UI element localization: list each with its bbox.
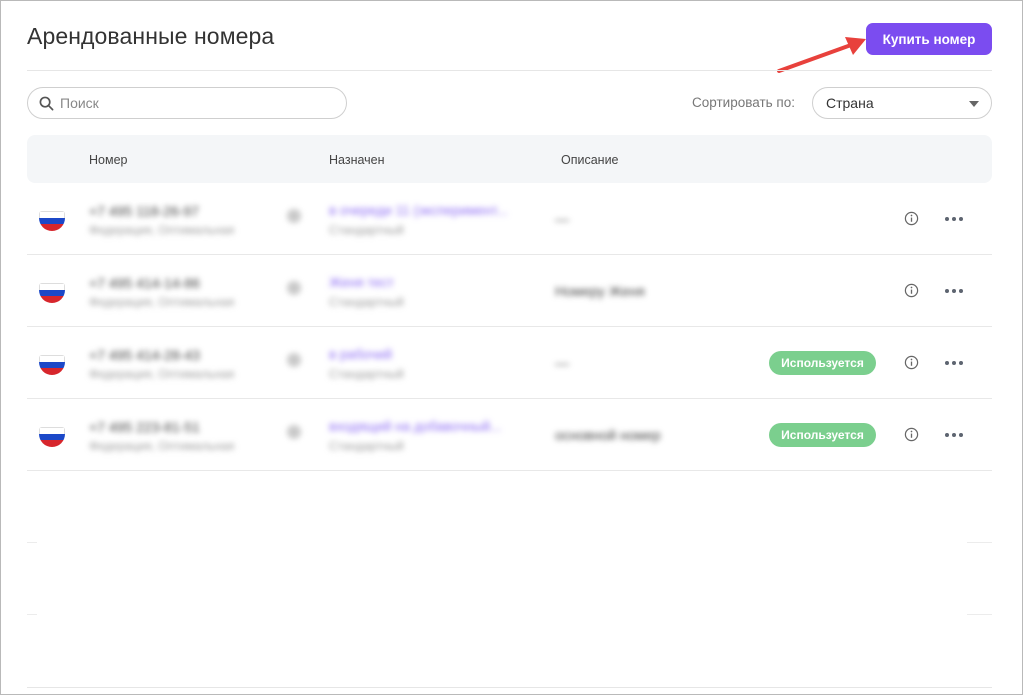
assigned-link[interactable]: в очереди 11 (эксперимент... bbox=[329, 203, 508, 218]
russia-flag-icon bbox=[39, 283, 65, 303]
info-icon[interactable] bbox=[904, 211, 919, 226]
description: Номеру Женя bbox=[555, 283, 645, 299]
search-input[interactable] bbox=[60, 95, 340, 111]
divider bbox=[27, 542, 37, 543]
assigned-type: Стандартный bbox=[329, 367, 404, 381]
phone-number-region: Федерация, Оптимальная bbox=[89, 439, 235, 453]
header-divider bbox=[27, 70, 992, 71]
sort-dropdown[interactable]: Страна bbox=[812, 87, 992, 119]
bottom-divider bbox=[27, 687, 992, 688]
phone-number: +7 495 414-14-86 bbox=[89, 275, 200, 291]
assigned-type: Стандартный bbox=[329, 439, 404, 453]
table-row[interactable]: +7 495 223-81-51 Федерация, Оптимальная … bbox=[27, 399, 992, 471]
description: основной номер bbox=[555, 427, 661, 443]
phone-number-region: Федерация, Оптимальная bbox=[89, 223, 235, 237]
more-options-icon[interactable] bbox=[944, 288, 964, 294]
assigned-link[interactable]: Женя тест bbox=[329, 275, 394, 290]
annotation-arrow-icon bbox=[777, 37, 866, 73]
assigned-link[interactable]: в рабочий bbox=[329, 347, 392, 362]
column-header-assigned: Назначен bbox=[329, 153, 385, 167]
more-options-icon[interactable] bbox=[944, 360, 964, 366]
phone-number: +7 495 118-26-97 bbox=[89, 203, 199, 219]
status-badge: Используется bbox=[769, 351, 876, 375]
russia-flag-icon bbox=[39, 355, 65, 375]
search-icon bbox=[39, 96, 54, 110]
sort-label: Сортировать по: bbox=[692, 95, 795, 110]
more-options-icon[interactable] bbox=[944, 432, 964, 438]
description: — bbox=[555, 355, 569, 371]
buy-number-button[interactable]: Купить номер bbox=[866, 23, 992, 55]
page-title: Арендованные номера bbox=[27, 23, 275, 49]
more-options-icon[interactable] bbox=[944, 216, 964, 222]
russia-flag-icon bbox=[39, 427, 65, 447]
assigned-link[interactable]: входящий на добавочный... bbox=[329, 419, 501, 434]
phone-number-region: Федерация, Оптимальная bbox=[89, 295, 235, 309]
description: — bbox=[555, 211, 569, 227]
column-header-number: Номер bbox=[89, 153, 128, 167]
table-row[interactable]: +7 495 414-28-43 Федерация, Оптимальная … bbox=[27, 327, 992, 399]
info-icon[interactable] bbox=[904, 355, 919, 370]
chevron-down-icon bbox=[969, 101, 979, 107]
info-icon[interactable] bbox=[904, 427, 919, 442]
table-row[interactable]: +7 495 118-26-97 Федерация, Оптимальная … bbox=[27, 183, 992, 255]
column-header-description: Описание bbox=[561, 153, 619, 167]
assigned-type: Стандартный bbox=[329, 223, 404, 237]
table-header: Номер Назначен Описание bbox=[27, 135, 992, 183]
phone-number: +7 495 223-81-51 bbox=[89, 419, 200, 435]
copy-icon[interactable] bbox=[287, 425, 301, 439]
table-row[interactable]: +7 495 414-14-86 Федерация, Оптимальная … bbox=[27, 255, 992, 327]
search-box[interactable] bbox=[27, 87, 347, 119]
divider bbox=[27, 614, 37, 615]
app-window: Арендованные номера Купить номер Сортиро… bbox=[0, 0, 1023, 695]
copy-icon[interactable] bbox=[287, 281, 301, 295]
phone-number: +7 495 414-28-43 bbox=[89, 347, 200, 363]
copy-icon[interactable] bbox=[287, 353, 301, 367]
divider bbox=[967, 542, 992, 543]
sort-value: Страна bbox=[826, 95, 874, 111]
divider bbox=[967, 614, 992, 615]
copy-icon[interactable] bbox=[287, 209, 301, 223]
russia-flag-icon bbox=[39, 211, 65, 231]
assigned-type: Стандартный bbox=[329, 295, 404, 309]
phone-number-region: Федерация, Оптимальная bbox=[89, 367, 235, 381]
info-icon[interactable] bbox=[904, 283, 919, 298]
status-badge: Используется bbox=[769, 423, 876, 447]
